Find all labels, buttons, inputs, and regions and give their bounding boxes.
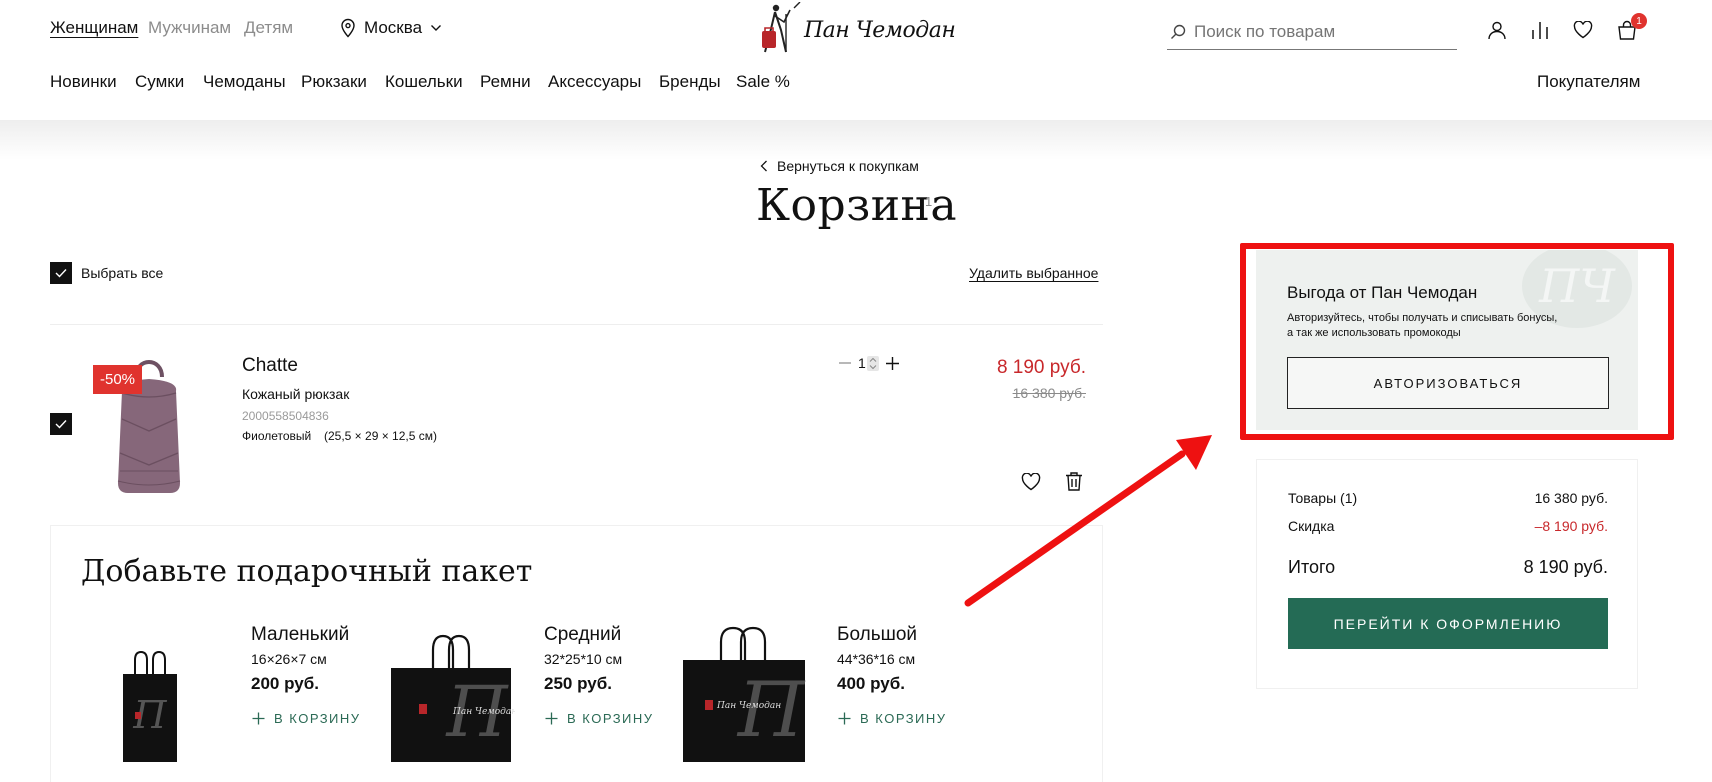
total-label: Итого [1288, 557, 1336, 577]
nav-wallets[interactable]: Кошельки [385, 72, 463, 92]
svg-text:Пан Чемодан: Пан Чемодан [716, 701, 781, 711]
gift-small-name: Маленький [251, 624, 350, 645]
logo-text: Пан Чемодан [804, 18, 956, 43]
nav-bags[interactable]: Сумки [135, 72, 184, 92]
chevron-down-icon [430, 24, 442, 32]
select-all-label: Выбрать все [81, 265, 164, 281]
svg-text:Пан Чемодан: Пан Чемодан [452, 707, 515, 717]
checkout-button[interactable]: ПЕРЕЙТИ К ОФОРМЛЕНИЮ [1288, 598, 1608, 649]
product-dimensions: (25,5 × 29 × 12,5 см) [324, 429, 437, 443]
total-value: 8 190 руб. [1523, 557, 1608, 577]
tab-men[interactable]: Мужчинам [148, 18, 231, 38]
item-checkbox[interactable] [50, 413, 72, 435]
checkmark-icon [55, 269, 67, 278]
gift-small-size: 16×26×7 см [251, 651, 327, 667]
highlight-frame [1240, 243, 1674, 440]
search-icon [1170, 24, 1186, 40]
favorites-icon[interactable] [1573, 21, 1593, 39]
gift-bag-large-image: П Пан Чемодан [679, 626, 809, 769]
gift-section-title: Добавьте подарочный пакет [81, 554, 533, 589]
item-old-price: 16 380 руб. [1012, 385, 1086, 401]
product-color: Фиолетовый [242, 429, 312, 443]
quantity-value: 1 [858, 355, 866, 371]
nav-sale[interactable]: Sale % [736, 72, 790, 92]
gift-medium-price: 250 руб. [544, 674, 612, 693]
cart-count-label: 1 [925, 194, 933, 209]
gift-medium-size: 32*25*10 см [544, 651, 623, 667]
gift-add-label: В КОРЗИНУ [274, 711, 361, 726]
gift-medium-add-button[interactable]: В КОРЗИНУ [545, 711, 654, 726]
checkmark-icon [55, 420, 67, 429]
gift-large-name: Большой [837, 624, 918, 645]
nav-buyers[interactable]: Покупателям [1537, 72, 1640, 92]
tab-women[interactable]: Женщинам [50, 18, 138, 38]
product-name[interactable]: Chatte [242, 355, 298, 377]
header-shadow [0, 120, 1712, 160]
product-type: Кожаный рюкзак [242, 386, 350, 402]
compare-icon[interactable] [1531, 20, 1549, 40]
nav-suitcases[interactable]: Чемоданы [203, 72, 286, 92]
cart-page: Женщинам Мужчинам Детям Москва Пан Чемод… [0, 0, 1712, 782]
goods-label: Товары (1) [1288, 490, 1358, 506]
select-all[interactable]: Выбрать все [50, 262, 163, 284]
back-to-shopping-link[interactable]: Вернуться к покупкам [760, 158, 919, 174]
nav-brands[interactable]: Бренды [659, 72, 721, 92]
discount-value: –8 190 руб. [1534, 518, 1608, 534]
location-pin-icon [340, 18, 356, 38]
cart-item: -50% Chatte Кожаный рюкзак 2000558504836… [50, 313, 1103, 513]
plus-icon [545, 712, 558, 725]
quantity-field[interactable]: 1 [858, 355, 879, 371]
nav-belts[interactable]: Ремни [480, 72, 531, 92]
gift-small-price: 200 руб. [251, 674, 319, 693]
search-input[interactable] [1194, 21, 1444, 42]
plus-icon [838, 712, 851, 725]
gift-bag-small-image: П [119, 650, 181, 769]
discount-badge: -50% [93, 365, 143, 394]
plus-icon[interactable] [885, 356, 900, 371]
gift-bag-medium-image: П Пан Чемодан [387, 634, 517, 769]
select-all-checkbox[interactable] [50, 262, 72, 284]
nav-new[interactable]: Новинки [50, 72, 117, 92]
tab-kids[interactable]: Детям [244, 18, 293, 38]
discount-label: Скидка [1288, 518, 1335, 534]
city-label: Москва [364, 18, 423, 37]
quantity-stepper: 1 [838, 355, 900, 371]
annotation-arrow-icon [964, 435, 1212, 607]
summary-discount-row: Скидка –8 190 руб. [1288, 518, 1608, 534]
back-link-label: Вернуться к покупкам [777, 158, 919, 174]
goods-value: 16 380 руб. [1534, 490, 1608, 506]
city-selector[interactable]: Москва [340, 18, 442, 38]
nav-accessories[interactable]: Аксессуары [548, 72, 641, 92]
plus-icon [252, 712, 265, 725]
gift-large-add-button[interactable]: В КОРЗИНУ [838, 711, 947, 726]
summary-goods-row: Товары (1) 16 380 руб. [1288, 490, 1608, 506]
spinner-icon[interactable] [866, 355, 879, 371]
user-icon[interactable] [1487, 20, 1507, 40]
gift-add-label: В КОРЗИНУ [860, 711, 947, 726]
gift-medium-name: Средний [544, 624, 622, 645]
chevron-left-icon [760, 160, 768, 172]
logo-figure-icon [756, 1, 802, 61]
gift-small-add-button[interactable]: В КОРЗИНУ [252, 711, 361, 726]
product-sku: 2000558504836 [242, 409, 329, 423]
gift-large-price: 400 руб. [837, 674, 905, 693]
logo[interactable]: Пан Чемодан [756, 1, 956, 61]
summary-total-row: Итого 8 190 руб. [1288, 557, 1608, 578]
gift-large-size: 44*36*16 см [837, 651, 916, 667]
delete-selected-link[interactable]: Удалить выбранное [969, 265, 1098, 281]
cart-count-badge: 1 [1631, 13, 1647, 29]
item-price: 8 190 руб. [996, 357, 1086, 378]
minus-icon[interactable] [838, 356, 852, 370]
gift-add-label: В КОРЗИНУ [567, 711, 654, 726]
gift-section: Добавьте подарочный пакет П Маленький 16… [50, 525, 1103, 782]
search-bar[interactable] [1167, 14, 1457, 50]
nav-backpacks[interactable]: Рюкзаки [301, 72, 367, 92]
